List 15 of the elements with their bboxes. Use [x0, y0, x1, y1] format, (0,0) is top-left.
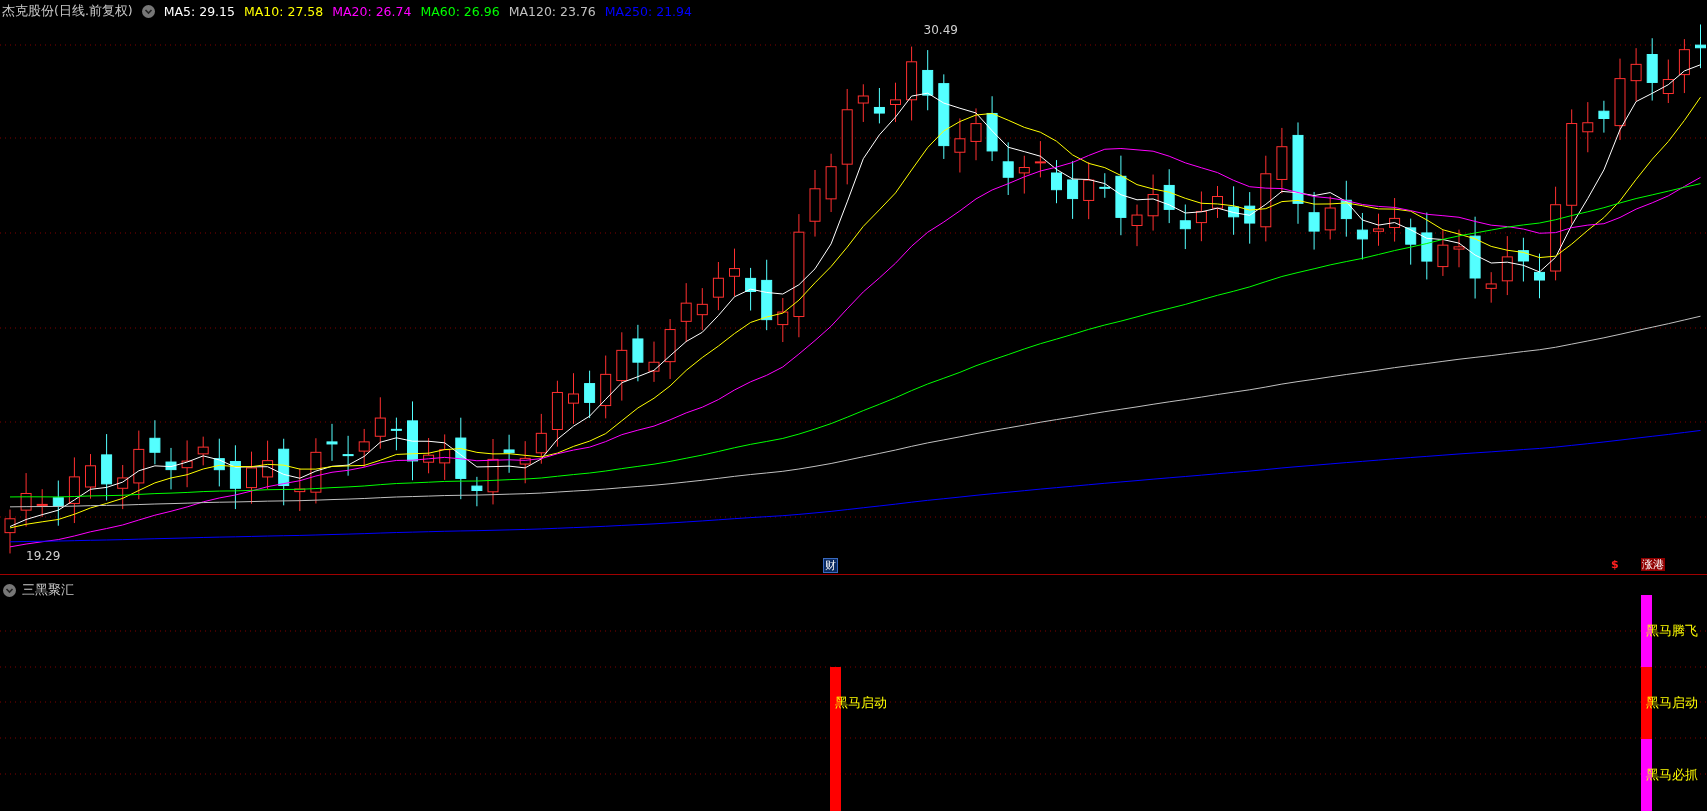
moving-average-value: MA10: 27.58 — [244, 4, 324, 19]
stock-title: 杰克股份(日线.前复权) — [2, 3, 133, 20]
moving-average-value: MA20: 26.74 — [332, 4, 412, 19]
chevron-down-icon[interactable] — [3, 583, 16, 597]
indicator-title: 三黑聚汇 — [22, 581, 74, 599]
high-price-label: 30.49 — [923, 23, 958, 38]
low-price-label: 19.29 — [26, 548, 61, 563]
event-marker[interactable]: 涨港 — [1641, 558, 1665, 571]
moving-average-value: MA5: 29.15 — [163, 4, 235, 19]
chevron-down-icon[interactable] — [141, 5, 155, 18]
moving-average-value: MA120: 23.76 — [508, 4, 596, 19]
moving-average-value: MA60: 26.96 — [420, 4, 500, 19]
event-marker[interactable]: 财 — [823, 558, 838, 573]
event-marker[interactable]: $ — [1610, 558, 1620, 571]
moving-average-value: MA250: 21.94 — [604, 4, 692, 19]
